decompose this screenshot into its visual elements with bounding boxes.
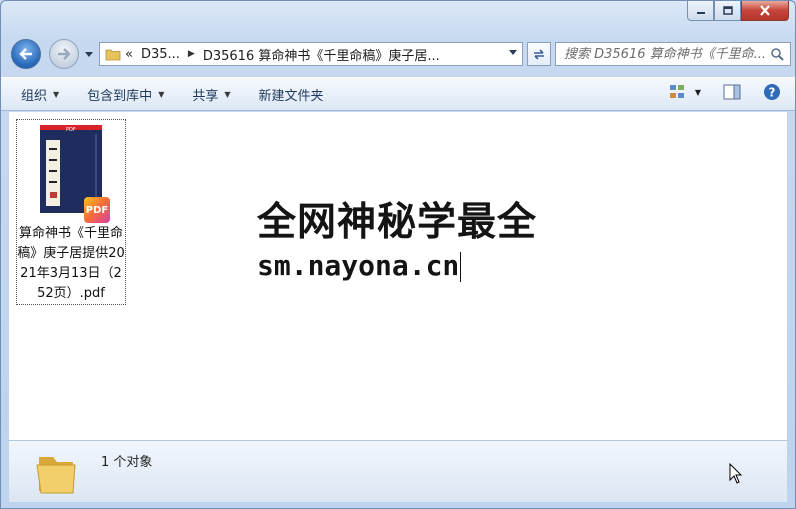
breadcrumb: « D35... ▶ D35616 算命神书《千里命稿》庚子居... xyxy=(125,45,448,64)
folder-icon xyxy=(105,49,121,60)
chevron-down-icon: ▼ xyxy=(224,89,231,99)
new-folder-label: 新建文件夹 xyxy=(258,88,324,104)
help-icon: ? xyxy=(764,84,780,100)
svg-text:?: ? xyxy=(769,86,776,100)
maximize-icon xyxy=(722,6,733,15)
book-title-tag xyxy=(46,140,60,206)
organize-label: 组织 xyxy=(21,88,48,104)
close-button[interactable] xyxy=(741,1,789,21)
file-name[interactable]: 算命神书《千里命稿》庚子居提供2021年3月13日（252页）.pdf xyxy=(17,224,125,304)
watermark-url-text: sm.nayona.cn xyxy=(257,249,460,282)
breadcrumb-overflow[interactable]: « xyxy=(125,47,133,62)
search-box xyxy=(555,42,791,66)
pdf-mini-label: PDF xyxy=(66,127,76,133)
minimize-button[interactable] xyxy=(687,1,714,21)
include-in-library-menu[interactable]: 包含到库中 ▼ xyxy=(79,82,172,106)
share-label: 共享 xyxy=(192,88,219,104)
folder-icon xyxy=(36,457,76,494)
new-folder-button[interactable]: 新建文件夹 xyxy=(251,82,332,106)
arrow-left-icon xyxy=(19,48,32,60)
watermark-url: sm.nayona.cn xyxy=(251,246,551,286)
back-button[interactable] xyxy=(11,39,41,69)
arrow-right-icon xyxy=(58,48,71,60)
share-menu[interactable]: 共享 ▼ xyxy=(184,82,238,106)
address-bar[interactable]: « D35... ▶ D35616 算命神书《千里命稿》庚子居... xyxy=(99,42,523,66)
watermark-overlay: 全网神秘学最全 sm.nayona.cn xyxy=(251,200,551,304)
breadcrumb-item-current[interactable]: D35616 算命神书《千里命稿》庚子居... xyxy=(203,45,440,64)
chevron-down-icon: ▼ xyxy=(53,89,60,99)
include-in-library-label: 包含到库中 xyxy=(87,88,153,104)
refresh-icon xyxy=(534,49,544,60)
minimize-icon xyxy=(696,11,705,14)
text-caret xyxy=(460,252,462,282)
breadcrumb-separator-icon[interactable]: ▶ xyxy=(188,49,195,59)
forward-button[interactable] xyxy=(49,39,79,69)
details-pane: 1 个对象 xyxy=(9,440,787,502)
view-icon xyxy=(669,85,684,98)
preview-pane-icon xyxy=(723,84,741,100)
change-view-button[interactable]: ▼ xyxy=(669,84,701,100)
chevron-down-icon: ▼ xyxy=(694,87,701,97)
file-item[interactable]: PDF PDF 算命神书《千里命稿》庚子居提供2021年3月13日（252页）.… xyxy=(16,119,126,305)
item-count: 1 个对象 xyxy=(101,455,153,470)
chevron-down-icon: ▼ xyxy=(158,89,165,99)
file-list-pane[interactable]: PDF PDF 算命神书《千里命稿》庚子居提供2021年3月13日（252页）.… xyxy=(9,112,787,440)
search-input[interactable] xyxy=(564,46,764,62)
command-bar: 组织 ▼ 包含到库中 ▼ 共享 ▼ 新建文件夹 ▼ ? xyxy=(1,77,795,111)
chevron-down-icon xyxy=(85,51,93,57)
close-icon xyxy=(760,5,770,16)
organize-menu[interactable]: 组织 ▼ xyxy=(13,82,67,106)
preview-pane-button[interactable] xyxy=(723,84,741,100)
view-controls: ▼ ? xyxy=(657,83,781,101)
refresh-button[interactable] xyxy=(527,42,551,66)
maximize-button[interactable] xyxy=(714,1,741,21)
recent-pages-dropdown[interactable] xyxy=(83,49,95,59)
navigation-bar: « D35... ▶ D35616 算命神书《千里命稿》庚子居... xyxy=(11,39,791,69)
address-dropdown-icon[interactable] xyxy=(509,50,517,55)
breadcrumb-item-parent[interactable]: D35... xyxy=(141,47,180,62)
help-button[interactable]: ? xyxy=(763,83,781,101)
pdf-file-icon: PDF PDF xyxy=(40,125,110,223)
mouse-cursor-icon xyxy=(729,463,743,484)
caption-buttons xyxy=(687,1,789,21)
explorer-window: « D35... ▶ D35616 算命神书《千里命稿》庚子居... 组织 ▼ xyxy=(0,0,796,509)
pdf-badge-icon: PDF xyxy=(84,197,110,223)
watermark-title: 全网神秘学最全 xyxy=(257,200,538,245)
search-icon[interactable] xyxy=(771,48,784,61)
